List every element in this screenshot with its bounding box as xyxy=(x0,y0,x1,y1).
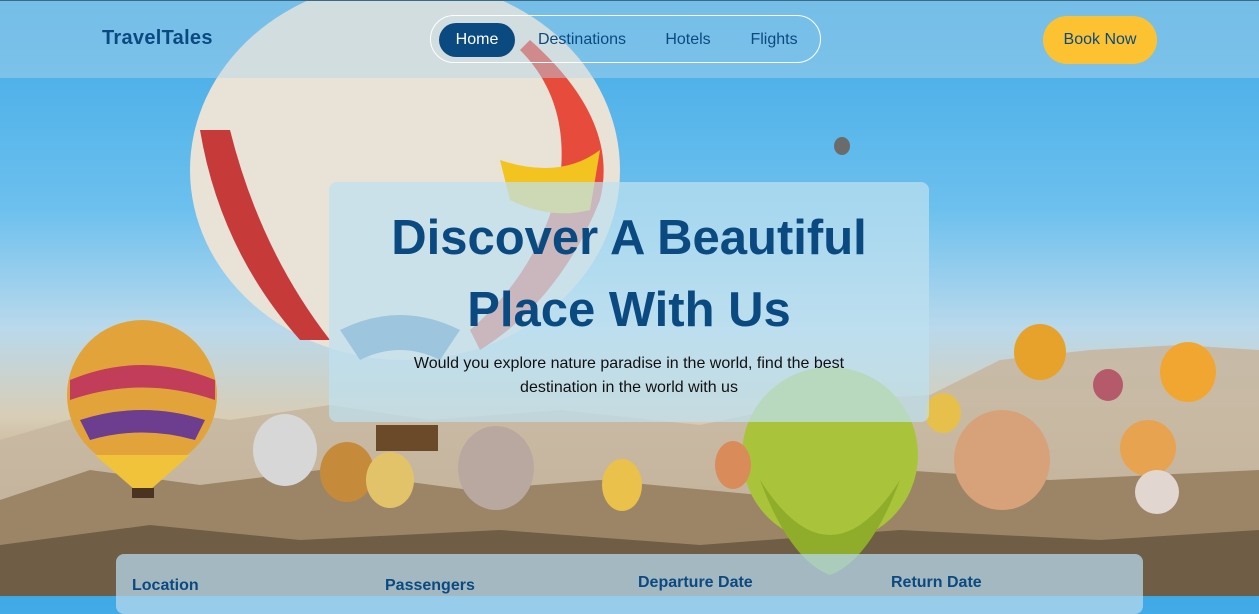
nav-item-flights[interactable]: Flights xyxy=(739,23,809,57)
location-label: Location xyxy=(132,577,199,594)
top-navbar: TravelTales Home Destinations Hotels Fli… xyxy=(0,0,1259,78)
hero-title: Discover A Beautiful Place With Us xyxy=(391,211,867,337)
departure-date-label: Departure Date xyxy=(638,574,753,591)
nav-item-home[interactable]: Home xyxy=(439,23,515,57)
nav-menu: Home Destinations Hotels Flights xyxy=(430,15,821,63)
booking-form: Location Passengers Departure Date Retur… xyxy=(116,554,1143,614)
brand-logo[interactable]: TravelTales xyxy=(102,27,213,50)
hero-card: Discover A Beautiful Place With Us Would… xyxy=(329,182,929,422)
hero-subtitle: Would you explore nature paradise in the… xyxy=(413,355,845,396)
passengers-label: Passengers xyxy=(385,577,475,594)
nav-item-destinations[interactable]: Destinations xyxy=(527,23,637,57)
nav-item-hotels[interactable]: Hotels xyxy=(653,23,723,57)
return-date-label: Return Date xyxy=(891,574,982,591)
book-now-button[interactable]: Book Now xyxy=(1043,16,1157,64)
